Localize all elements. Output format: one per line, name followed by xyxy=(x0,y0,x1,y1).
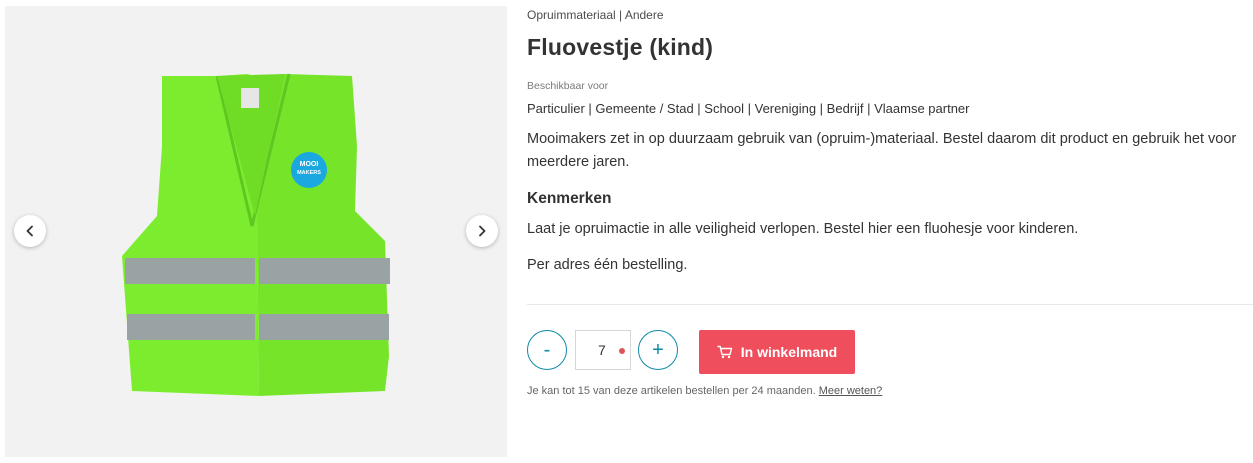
quantity-indicator-dot xyxy=(619,348,625,354)
minus-icon: - xyxy=(543,338,551,361)
quantity-input[interactable]: 7 xyxy=(575,330,631,370)
chevron-left-icon xyxy=(26,225,33,237)
product-title: Fluovestje (kind) xyxy=(527,34,714,60)
order-limit-note-text: Je kan tot 15 van deze artikelen bestell… xyxy=(527,385,816,397)
chevron-right-icon xyxy=(479,225,486,237)
product-image-gallery: MOOI MAKERS xyxy=(5,6,507,457)
breadcrumb: Opruimmateriaal | Andere xyxy=(527,8,664,22)
decrease-quantity-button[interactable]: - xyxy=(527,330,567,370)
add-to-cart-label: In winkelmand xyxy=(740,344,838,360)
svg-text:MOOI: MOOI xyxy=(300,161,319,168)
product-image: MOOI MAKERS xyxy=(122,73,390,396)
plus-icon: + xyxy=(652,338,664,361)
next-image-button[interactable] xyxy=(466,215,498,247)
product-intro: Mooimakers zet in op duurzaam gebruik va… xyxy=(527,131,1237,170)
previous-image-button[interactable] xyxy=(14,215,46,247)
features-heading: Kenmerken xyxy=(527,190,612,207)
order-limit-text: Per adres één bestelling. xyxy=(527,257,688,273)
svg-text:MAKERS: MAKERS xyxy=(297,170,321,176)
increase-quantity-button[interactable]: + xyxy=(638,330,678,370)
add-to-cart-button[interactable]: In winkelmand xyxy=(699,330,855,374)
availability-values: Particulier | Gemeente / Stad | School |… xyxy=(527,101,970,116)
feature-description: Laat je opruimactie in alle veiligheid v… xyxy=(527,221,1079,237)
order-limit-note: Je kan tot 15 van deze artikelen bestell… xyxy=(527,385,882,397)
cart-icon xyxy=(717,345,732,359)
more-info-link[interactable]: Meer weten? xyxy=(819,385,883,397)
availability-label: Beschikbaar voor xyxy=(527,80,609,92)
quantity-value: 7 xyxy=(598,342,606,358)
divider xyxy=(527,304,1253,305)
